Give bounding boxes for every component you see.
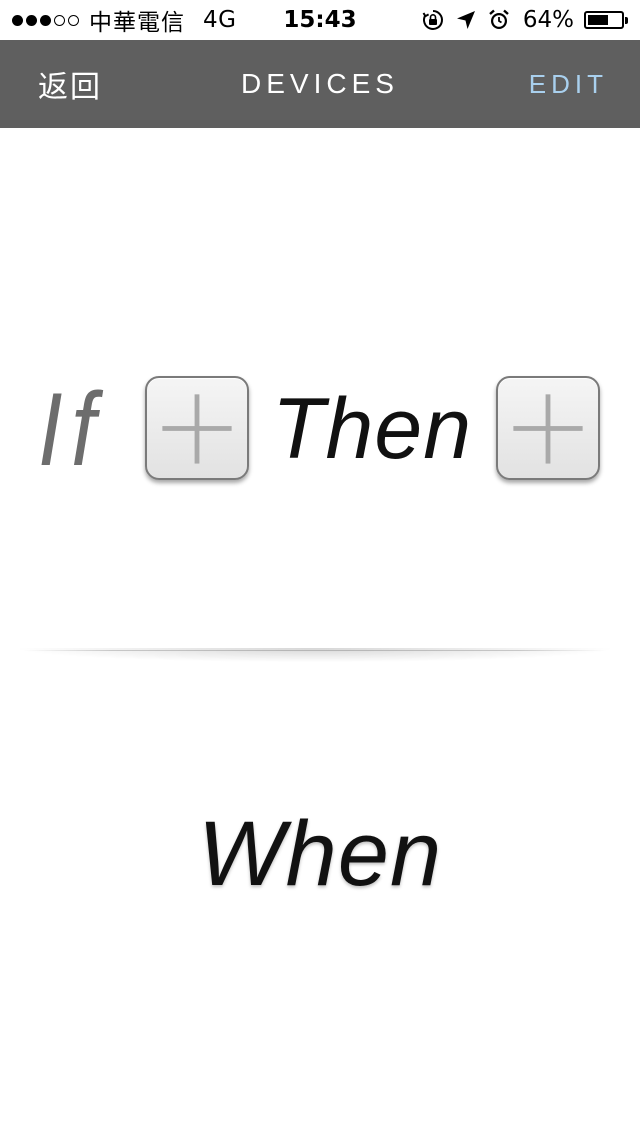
signal-dot (68, 14, 79, 26)
section-divider-line (24, 650, 606, 651)
then-label: Then (272, 381, 473, 477)
if-label: If (38, 372, 105, 488)
battery-icon (584, 11, 628, 29)
signal-strength-icon (12, 14, 79, 26)
status-left: 中華電信 4G (12, 0, 236, 40)
signal-dot (12, 14, 23, 26)
edit-button[interactable]: EDIT (529, 40, 608, 128)
battery-body (584, 11, 624, 29)
add-action-button[interactable] (496, 376, 600, 480)
alarm-clock-icon (487, 8, 511, 32)
plus-icon (513, 394, 583, 464)
navigation-bar: 返回 DEVICES EDIT (0, 40, 640, 128)
signal-dot (54, 14, 65, 26)
signal-dot (40, 14, 51, 26)
when-trigger[interactable]: When (0, 808, 640, 900)
plus-icon (162, 394, 232, 464)
status-bar: 中華電信 4G 15:43 64% (0, 0, 640, 40)
network-type: 4G (203, 7, 237, 33)
location-arrow-icon (455, 9, 477, 31)
rotation-lock-icon (421, 8, 445, 32)
battery-tip (625, 16, 628, 24)
battery-level (588, 15, 609, 25)
carrier-name: 中華電信 (89, 10, 185, 36)
status-right: 64% (421, 0, 628, 40)
rule-builder-row: If Then (0, 372, 640, 484)
battery-percentage: 64% (522, 7, 574, 33)
back-button[interactable]: 返回 (38, 40, 102, 128)
add-condition-button[interactable] (145, 376, 249, 480)
signal-dot (26, 14, 37, 26)
